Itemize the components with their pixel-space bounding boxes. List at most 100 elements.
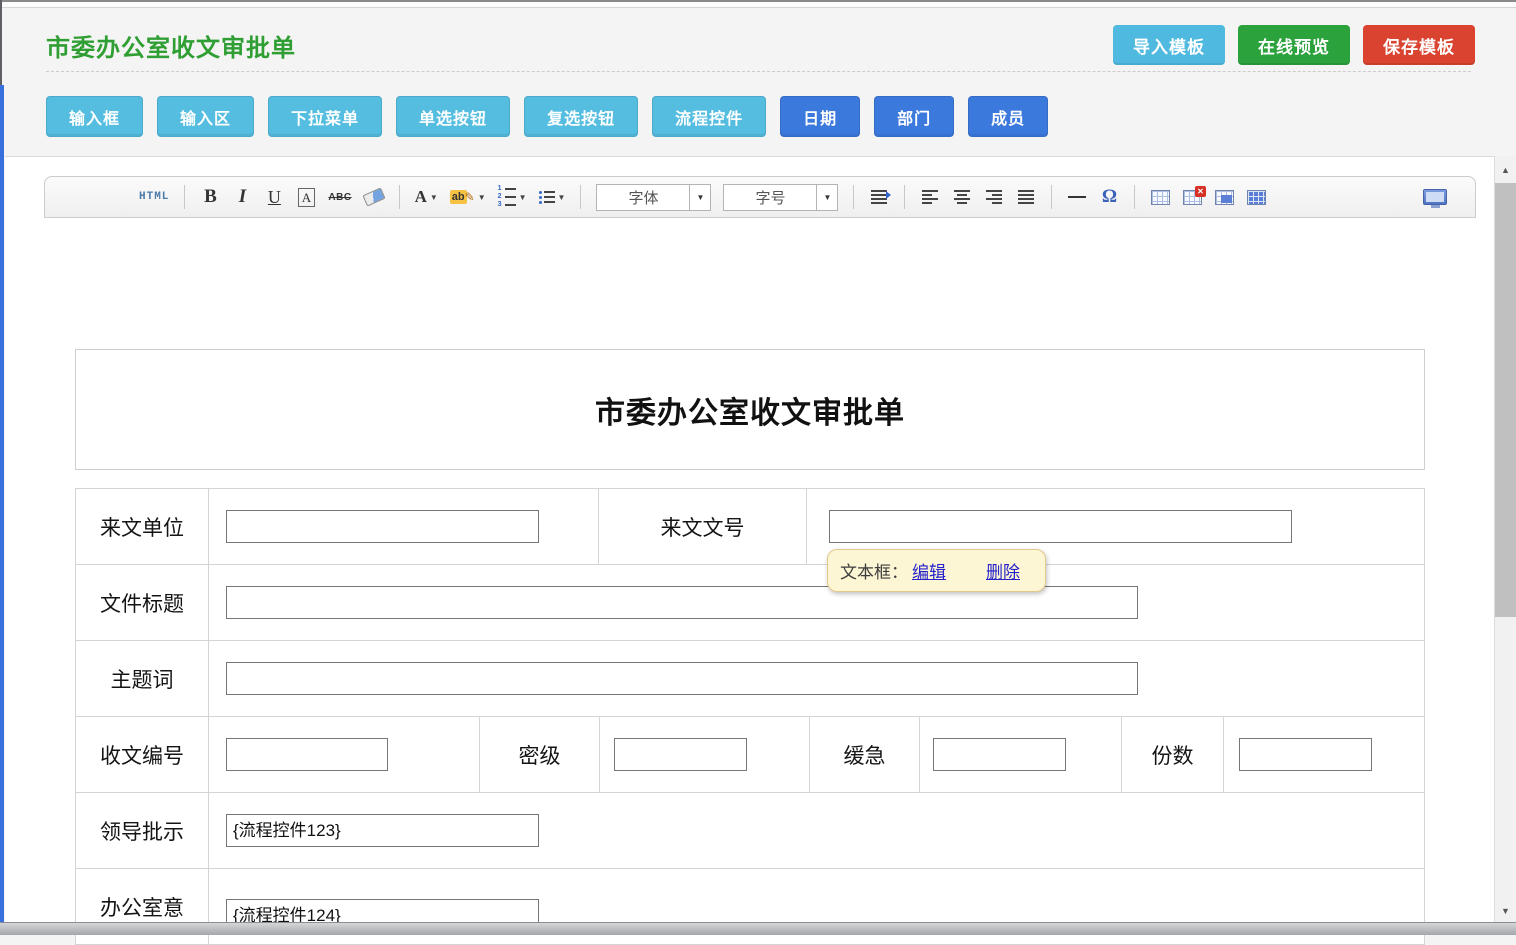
eraser-icon: [362, 187, 385, 206]
toolbar-separator: [853, 185, 854, 209]
add-flow-control-button[interactable]: 流程控件: [652, 96, 766, 137]
header-divider: [46, 71, 1471, 72]
delete-table-button[interactable]: [1182, 184, 1202, 210]
cell-security-level: [599, 717, 809, 792]
italic-button[interactable]: I: [232, 184, 252, 210]
cell-copies: [1223, 717, 1426, 792]
add-department-button[interactable]: 部门: [874, 96, 954, 137]
label-leader-instructions: 领导批示: [76, 793, 208, 868]
table-row: 文件标题: [76, 564, 1424, 640]
cell-properties-icon: [1215, 190, 1234, 205]
online-preview-button[interactable]: 在线预览: [1238, 25, 1350, 65]
font-family-select[interactable]: 字体 ▼: [596, 184, 711, 211]
cell-source-unit: [208, 489, 598, 564]
align-right-icon: [986, 190, 1002, 204]
cell-receipt-number: [208, 717, 479, 792]
font-color-button[interactable]: A▼: [415, 184, 438, 210]
strikethrough-button[interactable]: ABC: [328, 184, 351, 210]
unordered-list-button[interactable]: ▼: [539, 184, 566, 210]
align-justify-button[interactable]: [1016, 184, 1036, 210]
scroll-up-arrow-icon[interactable]: ▲: [1495, 162, 1516, 178]
delete-field-link[interactable]: 删除: [986, 558, 1020, 583]
add-dropdown-button[interactable]: 下拉菜单: [268, 96, 382, 137]
label-source-unit: 来文单位: [76, 489, 208, 564]
subject-words-input[interactable]: [226, 662, 1138, 695]
add-member-button[interactable]: 成员: [968, 96, 1048, 137]
source-unit-input[interactable]: [226, 510, 539, 543]
copies-input[interactable]: [1239, 738, 1372, 771]
text-style-button[interactable]: A: [298, 188, 315, 207]
add-checkbox-button[interactable]: 复选按钮: [524, 96, 638, 137]
table-row: 领导批示 {流程控件123}: [76, 792, 1424, 868]
special-char-button[interactable]: Ω: [1099, 184, 1119, 210]
toolbar-separator: [580, 185, 581, 209]
font-family-value: 字体: [597, 187, 689, 208]
toolbar-separator: [1134, 185, 1135, 209]
delete-table-icon: [1183, 190, 1202, 205]
horizontal-rule-button[interactable]: [1067, 184, 1087, 210]
align-left-icon: [922, 190, 938, 204]
insert-table-button[interactable]: [1150, 184, 1170, 210]
chevron-down-icon: ▼: [519, 193, 527, 202]
scrollbar-thumb[interactable]: [1495, 183, 1516, 617]
field-action-tooltip: 文本框： 编辑 删除: [827, 549, 1046, 592]
import-template-button[interactable]: 导入模板: [1113, 25, 1225, 65]
toolbar-separator: [184, 185, 185, 209]
label-security-level: 密级: [479, 717, 599, 792]
window-left-edge: [0, 0, 2, 85]
add-input-box-button[interactable]: 输入框: [46, 96, 143, 137]
form-control-button-row: 输入框 输入区 下拉菜单 单选按钮 复选按钮 流程控件 日期 部门 成员: [46, 96, 1048, 137]
highlight-color-button[interactable]: ab✎▼: [450, 184, 486, 210]
chevron-down-icon: ▼: [816, 185, 837, 210]
security-level-input[interactable]: [614, 738, 747, 771]
add-textarea-button[interactable]: 输入区: [157, 96, 254, 137]
save-template-button[interactable]: 保存模板: [1363, 25, 1475, 65]
fullscreen-button[interactable]: [1423, 184, 1447, 210]
scroll-down-arrow-icon[interactable]: ▼: [1495, 903, 1516, 919]
table-row: 收文编号 密级 缓急 份数: [76, 716, 1424, 792]
label-urgency: 缓急: [809, 717, 919, 792]
align-right-button[interactable]: [984, 184, 1004, 210]
font-size-select[interactable]: 字号 ▼: [723, 184, 838, 211]
font-size-value: 字号: [724, 187, 816, 208]
pencil-icon: ✎: [465, 190, 475, 204]
label-receipt-number: 收文编号: [76, 717, 208, 792]
cell-urgency: [919, 717, 1121, 792]
fullscreen-icon: [1423, 189, 1447, 205]
add-radio-button[interactable]: 单选按钮: [396, 96, 510, 137]
indent-button[interactable]: [869, 184, 889, 210]
chevron-down-icon: ▼: [478, 193, 486, 202]
tooltip-label: 文本框：: [840, 558, 908, 583]
indent-icon: [871, 190, 887, 204]
page-title: 市委办公室收文审批单: [46, 28, 296, 63]
insert-table-icon: [1151, 190, 1170, 205]
flow-control-field[interactable]: {流程控件123}: [226, 814, 539, 847]
urgency-input[interactable]: [933, 738, 1066, 771]
window-bottom-edge: [0, 922, 1516, 935]
add-date-button[interactable]: 日期: [780, 96, 860, 137]
label-document-title: 文件标题: [76, 565, 208, 640]
underline-button[interactable]: U: [264, 184, 284, 210]
bold-button[interactable]: B: [200, 184, 220, 210]
cell-properties-button[interactable]: [1214, 184, 1234, 210]
table-properties-button[interactable]: [1246, 184, 1266, 210]
table-row: 主题词: [76, 640, 1424, 716]
window-top-edge: [0, 0, 1516, 8]
table-properties-icon: [1247, 190, 1266, 205]
font-color-icon: A: [415, 187, 427, 207]
header-action-buttons: 导入模板 在线预览 保存模板: [1113, 25, 1475, 65]
toolbar-separator: [1051, 185, 1052, 209]
receipt-number-input[interactable]: [226, 738, 388, 771]
cell-leader-instructions: {流程控件123}: [208, 793, 1426, 868]
remove-format-button[interactable]: [364, 184, 384, 210]
align-center-button[interactable]: [952, 184, 972, 210]
edit-field-link[interactable]: 编辑: [912, 558, 946, 583]
toolbar-separator: [399, 185, 400, 209]
document-number-input[interactable]: [829, 510, 1292, 543]
html-source-button[interactable]: HTML: [139, 184, 169, 210]
chevron-down-icon: ▼: [689, 185, 710, 210]
align-left-button[interactable]: [920, 184, 940, 210]
vertical-scrollbar[interactable]: ▲ ▼: [1494, 156, 1516, 935]
ordered-list-button[interactable]: 1 2 3 ▼: [498, 184, 527, 210]
form-title-box: 市委办公室收文审批单: [75, 349, 1425, 470]
